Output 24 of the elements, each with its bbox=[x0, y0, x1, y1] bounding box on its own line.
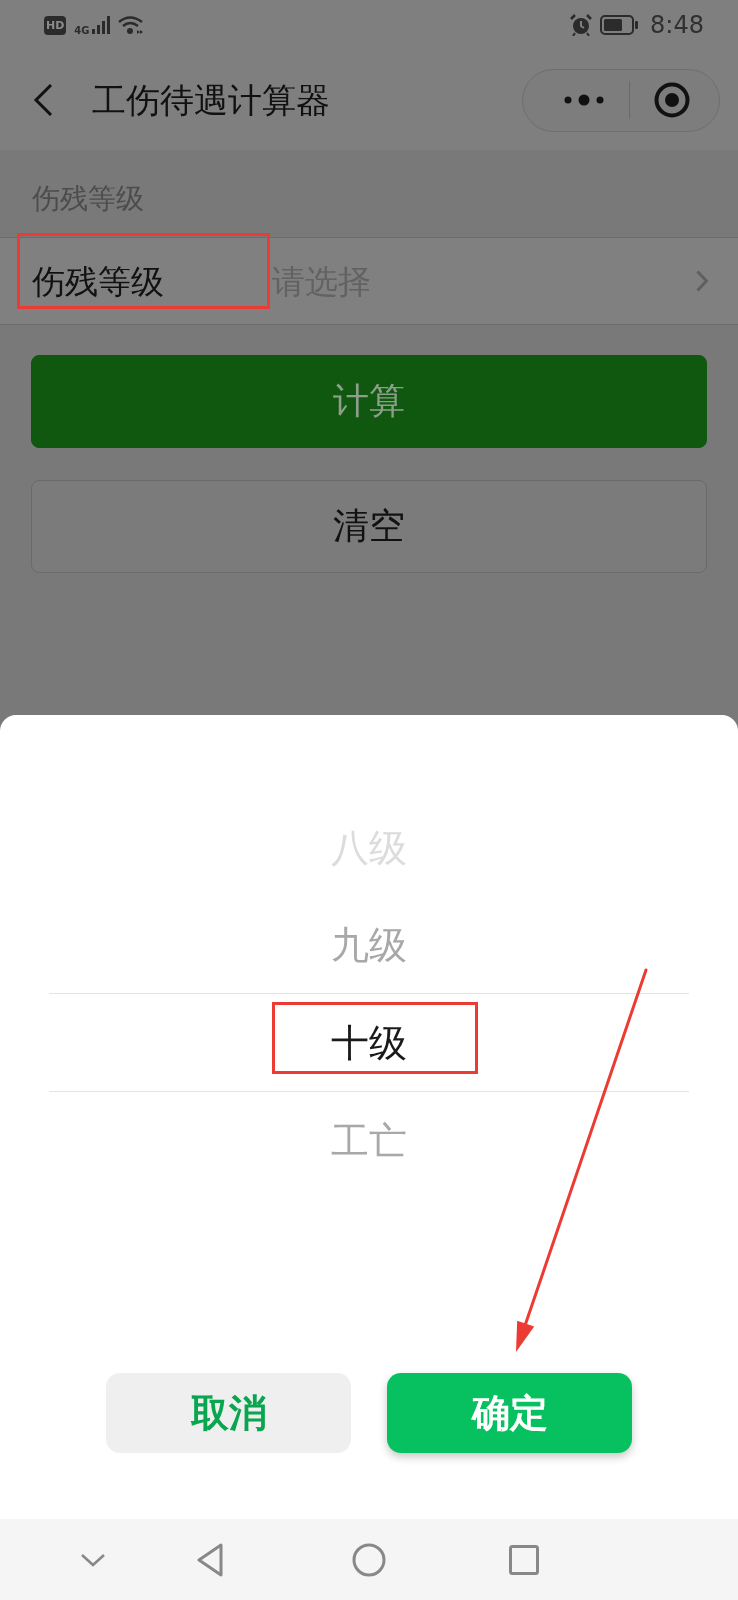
home-icon[interactable] bbox=[352, 1542, 386, 1577]
signal-icon bbox=[91, 16, 110, 34]
network-label: 4G bbox=[74, 26, 90, 36]
clear-button[interactable]: 清空 bbox=[31, 480, 707, 573]
cancel-button[interactable]: 取消 bbox=[106, 1373, 351, 1453]
battery-icon bbox=[600, 15, 639, 35]
square-icon[interactable] bbox=[509, 1544, 539, 1575]
chevron-down-icon[interactable] bbox=[80, 1552, 106, 1567]
more-icon[interactable] bbox=[564, 94, 604, 106]
picker-option[interactable]: 工亡 bbox=[331, 1121, 407, 1160]
page-title: 工伤待遇计算器 bbox=[92, 83, 330, 117]
back-icon[interactable] bbox=[33, 83, 53, 117]
calculate-button[interactable]: 计算 bbox=[31, 355, 707, 448]
clock-time: 8:48 bbox=[650, 13, 704, 37]
wifi-icon bbox=[117, 15, 144, 35]
alarm-icon bbox=[570, 14, 593, 36]
chevron-right-icon bbox=[696, 270, 708, 292]
picker-option[interactable]: 十级 bbox=[331, 1023, 407, 1062]
back-icon[interactable] bbox=[196, 1542, 224, 1577]
picker-option[interactable]: 九级 bbox=[331, 925, 407, 964]
field-label: 伤残等级 bbox=[32, 264, 164, 298]
confirm-button[interactable]: 确定 bbox=[387, 1373, 632, 1453]
hd-badge: HD bbox=[44, 15, 67, 35]
target-icon[interactable] bbox=[654, 82, 690, 118]
